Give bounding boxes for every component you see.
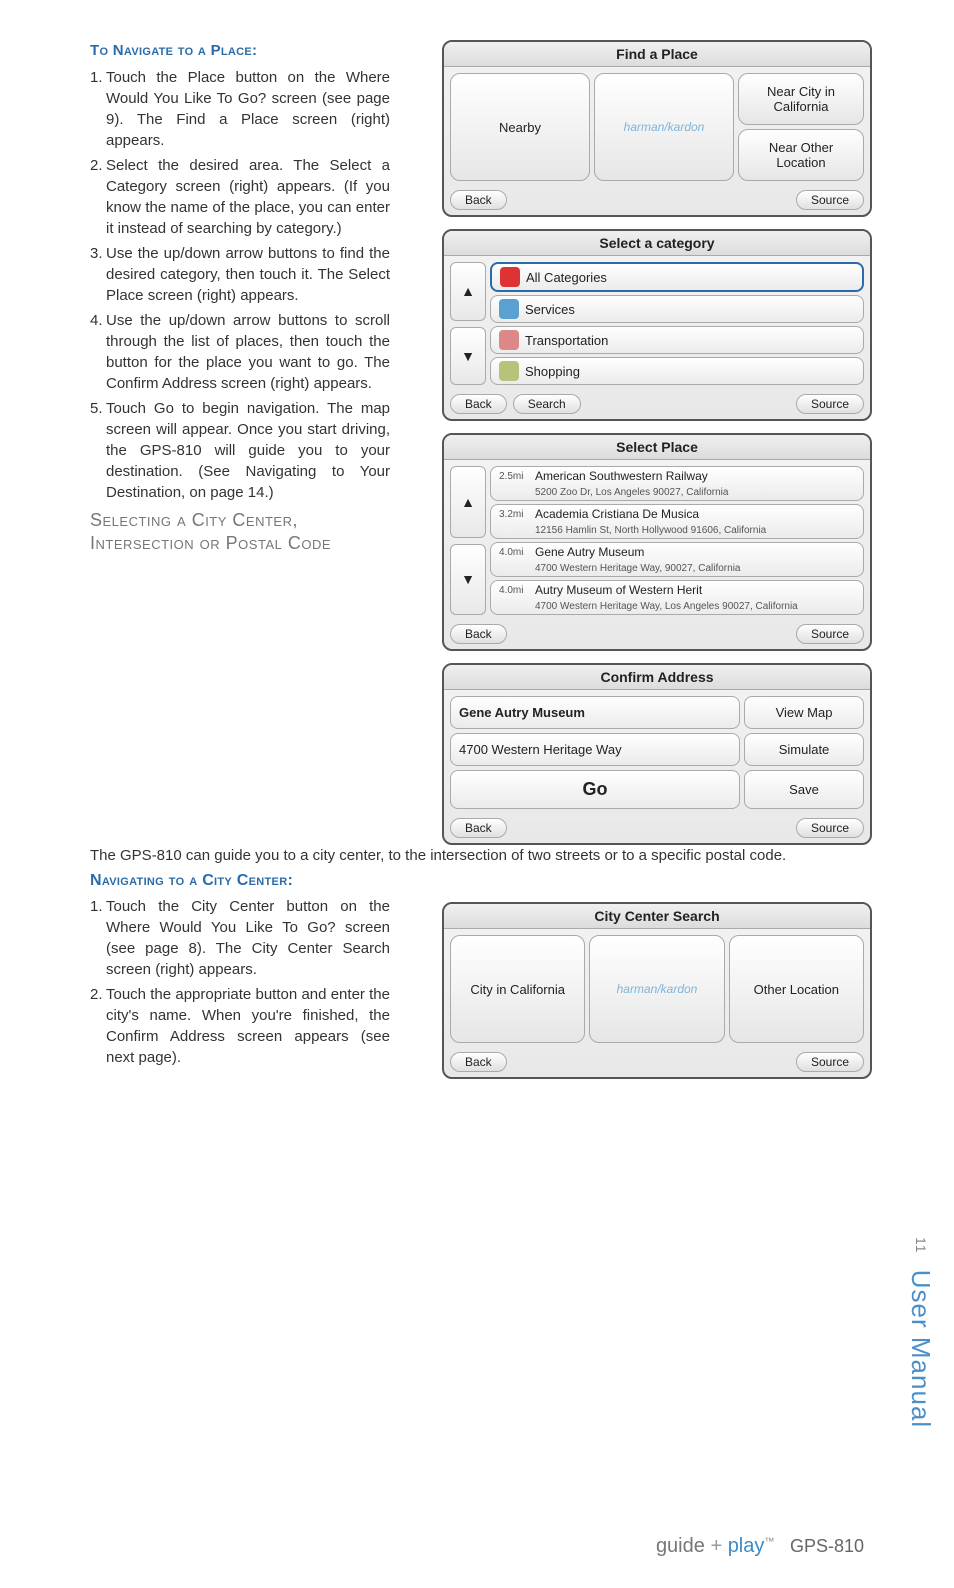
sub-body-text: The GPS-810 can guide you to a city cent…	[90, 845, 870, 866]
step-item: Use the up/down arrow buttons to find th…	[90, 243, 390, 306]
back-button[interactable]: Back	[450, 1052, 507, 1072]
back-button[interactable]: Back	[450, 394, 507, 414]
place-distance: 4.0mi	[499, 547, 529, 558]
city-in-california-button[interactable]: City in California	[450, 935, 585, 1043]
step-item: Touch the appropriate button and enter t…	[90, 984, 390, 1068]
steps-city-center: Touch the City Center button on the Wher…	[90, 896, 390, 1068]
arrow-up-button[interactable]: ▲	[450, 466, 486, 538]
source-button[interactable]: Source	[796, 818, 864, 838]
step-item: Touch the City Center button on the Wher…	[90, 896, 390, 980]
source-button[interactable]: Source	[796, 624, 864, 644]
screen-title: City Center Search	[444, 904, 870, 929]
category-label: Services	[525, 302, 575, 317]
brand-label: harman/kardon	[589, 935, 724, 1043]
category-item[interactable]: Transportation	[490, 326, 864, 354]
step-item: Select the desired area. The Select a Ca…	[90, 155, 390, 239]
other-location-button[interactable]: Other Location	[729, 935, 864, 1043]
subheading: Selecting a City Center, Intersection or…	[90, 509, 390, 556]
view-map-button[interactable]: View Map	[744, 696, 864, 729]
heading-city-center: Navigating to a City Center:	[90, 872, 390, 890]
screen-city-center-search: City Center Search City in California ha…	[442, 902, 872, 1079]
arrow-up-button[interactable]: ▲	[450, 262, 486, 321]
screen-title: Find a Place	[444, 42, 870, 67]
screen-confirm-address: Confirm Address Gene Autry Museum View M…	[442, 663, 872, 845]
category-item[interactable]: Shopping	[490, 357, 864, 385]
place-distance: 2.5mi	[499, 471, 529, 482]
screen-find-a-place: Find a Place Nearby harman/kardon Near C…	[442, 40, 872, 217]
near-city-button[interactable]: Near City in California	[738, 73, 864, 125]
confirm-address: 4700 Western Heritage Way	[450, 733, 740, 766]
back-button[interactable]: Back	[450, 818, 507, 838]
back-button[interactable]: Back	[450, 624, 507, 644]
category-label: Transportation	[525, 333, 608, 348]
heading-navigate: To Navigate to a Place:	[90, 40, 390, 61]
place-name: Gene Autry Museum	[535, 545, 644, 559]
source-button[interactable]: Source	[796, 394, 864, 414]
place-distance: 3.2mi	[499, 509, 529, 520]
category-icon	[499, 330, 519, 350]
step-item: Use the up/down arrow buttons to scroll …	[90, 310, 390, 394]
arrow-down-button[interactable]: ▼	[450, 327, 486, 386]
simulate-button[interactable]: Simulate	[744, 733, 864, 766]
brand-label: harman/kardon	[594, 73, 734, 181]
arrow-down-button[interactable]: ▼	[450, 544, 486, 616]
screen-title: Select Place	[444, 435, 870, 460]
place-address: 12156 Hamlin St, North Hollywood 91606, …	[499, 525, 766, 536]
screen-title: Confirm Address	[444, 665, 870, 690]
save-button[interactable]: Save	[744, 770, 864, 809]
step-item: Touch the Place button on the Where Woul…	[90, 67, 390, 151]
category-icon	[500, 267, 520, 287]
place-address: 5200 Zoo Dr, Los Angeles 90027, Californ…	[499, 487, 728, 498]
steps-navigate: Touch the Place button on the Where Woul…	[90, 67, 390, 503]
category-item[interactable]: Services	[490, 295, 864, 323]
page-number: 11	[913, 1237, 929, 1254]
screen-select-category: Select a category ▲ ▼ All Categories Serv…	[442, 229, 872, 421]
nearby-button[interactable]: Nearby	[450, 73, 590, 181]
place-item[interactable]: 4.0mi Gene Autry Museum 4700 Western Herit…	[490, 542, 864, 577]
source-button[interactable]: Source	[796, 1052, 864, 1072]
near-other-button[interactable]: Near Other Location	[738, 129, 864, 181]
place-address: 4700 Western Heritage Way, 90027, Califo…	[499, 563, 740, 574]
category-icon	[499, 299, 519, 319]
screen-title: Select a category	[444, 231, 870, 256]
side-tab-label: User Manual	[906, 1270, 936, 1428]
place-name: Academia Cristiana De Musica	[535, 507, 699, 521]
page-footer: guide + play™ GPS-810	[656, 1535, 864, 1558]
screen-select-place: Select Place ▲ ▼ 2.5mi American Southwest…	[442, 433, 872, 651]
place-name: American Southwestern Railway	[535, 469, 708, 483]
category-item[interactable]: All Categories	[490, 262, 864, 292]
place-item[interactable]: 4.0mi Autry Museum of Western Herit 4700 W…	[490, 580, 864, 615]
place-distance: 4.0mi	[499, 585, 529, 596]
category-label: Shopping	[525, 364, 580, 379]
place-item[interactable]: 3.2mi Academia Cristiana De Musica 12156 H…	[490, 504, 864, 539]
back-button[interactable]: Back	[450, 190, 507, 210]
place-item[interactable]: 2.5mi American Southwestern Railway 5200 Z…	[490, 466, 864, 501]
step-item: Touch Go to begin navigation. The map sc…	[90, 398, 390, 503]
category-icon	[499, 361, 519, 381]
category-label: All Categories	[526, 270, 607, 285]
go-button[interactable]: Go	[450, 770, 740, 809]
side-tab: 11 User Manual	[905, 1237, 936, 1428]
search-button[interactable]: Search	[513, 394, 581, 414]
confirm-name: Gene Autry Museum	[450, 696, 740, 729]
source-button[interactable]: Source	[796, 190, 864, 210]
place-name: Autry Museum of Western Herit	[535, 583, 702, 597]
place-address: 4700 Western Heritage Way, Los Angeles 9…	[499, 601, 798, 612]
